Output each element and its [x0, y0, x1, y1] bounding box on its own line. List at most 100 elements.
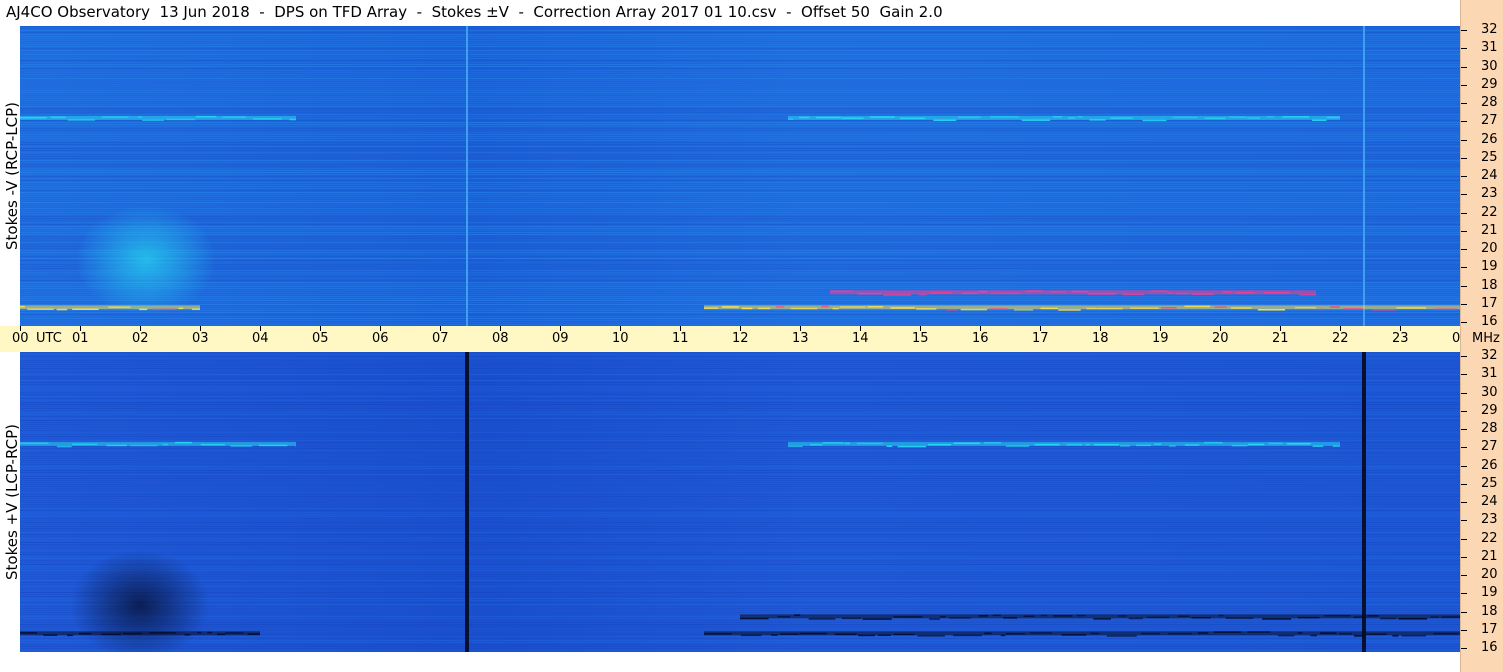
texture-stripe — [20, 28, 1460, 29]
texture-stripe — [20, 174, 1460, 175]
freq-tick-label: 29 — [1481, 76, 1498, 92]
band-segment — [142, 119, 165, 121]
texture-stripe — [20, 592, 1460, 593]
band-segment — [1297, 616, 1320, 619]
freq-tick-label: 23 — [1481, 512, 1498, 528]
band-segment — [740, 634, 762, 637]
band-segment — [779, 633, 799, 635]
texture-stripe — [20, 204, 1460, 205]
band-segment — [1262, 618, 1292, 620]
texture-stripe — [20, 530, 1460, 531]
freq-tick-mark — [1461, 30, 1467, 31]
band-segment — [1130, 307, 1159, 309]
texture-stripe — [20, 378, 1460, 379]
band-segment — [101, 116, 129, 118]
freq-tick-mark — [1461, 249, 1467, 250]
band-segment — [928, 443, 952, 446]
texture-stripe — [20, 360, 1460, 361]
freq-tick-label: 19 — [1481, 259, 1498, 275]
texture-stripe — [20, 130, 1460, 131]
band-segment — [1248, 443, 1265, 446]
texture-stripe — [20, 576, 1460, 577]
texture-stripe — [20, 382, 1460, 383]
texture-stripe — [20, 54, 1460, 55]
texture-stripe — [20, 540, 1460, 541]
texture-stripe — [20, 510, 1460, 511]
band-segment — [704, 633, 732, 635]
top-spectrogram-svg — [20, 26, 1460, 326]
band-segment — [1318, 308, 1324, 311]
texture-stripe — [20, 434, 1460, 435]
band-segment — [1096, 307, 1123, 310]
band-segment — [962, 292, 978, 294]
band-segment — [20, 442, 49, 444]
time-tick-label: 05 — [312, 331, 329, 346]
chart-title: AJ4CO Observatory 13 Jun 2018 - DPS on T… — [6, 3, 943, 21]
time-tick-label: 23 — [1392, 331, 1409, 346]
texture-stripe — [20, 42, 1460, 43]
texture-stripe — [20, 542, 1460, 543]
texture-stripe — [20, 490, 1460, 491]
texture-stripe — [20, 146, 1460, 147]
band-segment — [704, 307, 718, 309]
band-segment — [810, 444, 823, 446]
texture-stripe — [20, 320, 1460, 321]
band-segment — [191, 308, 200, 310]
texture-stripe — [20, 522, 1460, 523]
band-segment — [1052, 116, 1063, 118]
texture-stripe — [20, 202, 1460, 203]
texture-stripe — [20, 286, 1460, 287]
band-segment — [1090, 632, 1100, 635]
band-segment — [821, 305, 829, 308]
texture-stripe — [20, 102, 1460, 103]
texture-stripe — [20, 128, 1460, 129]
freq-tick-mark — [1461, 629, 1467, 631]
texture-stripe — [20, 494, 1460, 495]
freq-tick-mark — [1461, 502, 1467, 503]
band-segment — [1203, 441, 1223, 444]
band-segment — [1029, 632, 1053, 634]
band-segment — [1263, 291, 1290, 294]
time-tick-label: 21 — [1272, 331, 1289, 346]
band-segment — [1366, 633, 1387, 635]
texture-stripe — [20, 420, 1460, 421]
texture-stripe — [20, 520, 1460, 521]
band-segment — [217, 633, 226, 636]
texture-stripe — [20, 72, 1460, 73]
texture-stripe — [20, 322, 1460, 323]
texture-stripe — [20, 418, 1460, 419]
band-segment — [893, 616, 923, 618]
texture-stripe — [20, 462, 1460, 463]
texture-stripe — [20, 648, 1460, 649]
band-segment — [1154, 443, 1162, 445]
texture-stripe — [20, 152, 1460, 153]
freq-tick-label: 18 — [1481, 603, 1498, 619]
texture-stripe — [20, 478, 1460, 479]
band-segment — [20, 117, 47, 119]
texture-stripe — [20, 180, 1460, 181]
texture-stripe — [20, 108, 1460, 109]
texture-stripe — [20, 436, 1460, 437]
texture-stripe — [20, 476, 1460, 477]
texture-stripe — [20, 92, 1460, 93]
texture-stripe — [20, 410, 1460, 411]
texture-stripe — [20, 440, 1460, 441]
band-segment — [1087, 293, 1116, 295]
band-segment — [196, 115, 217, 118]
band-segment — [1198, 632, 1209, 634]
texture-stripe — [20, 64, 1460, 65]
texture-stripe — [20, 414, 1460, 415]
texture-stripe — [20, 48, 1460, 49]
bottom-spectrogram — [20, 352, 1460, 652]
time-tick-label: 03 — [192, 331, 209, 346]
time-tick-label: 01 — [72, 331, 89, 346]
band-segment — [1342, 308, 1364, 310]
texture-stripe — [20, 144, 1460, 145]
texture-stripe — [20, 448, 1460, 449]
freq-tick-label: 31 — [1481, 40, 1498, 56]
time-tick-label: 04 — [252, 331, 269, 346]
band-segment — [1214, 631, 1241, 633]
freq-tick-label: 22 — [1481, 204, 1498, 220]
texture-stripe — [20, 132, 1460, 133]
band-segment — [1286, 443, 1311, 445]
